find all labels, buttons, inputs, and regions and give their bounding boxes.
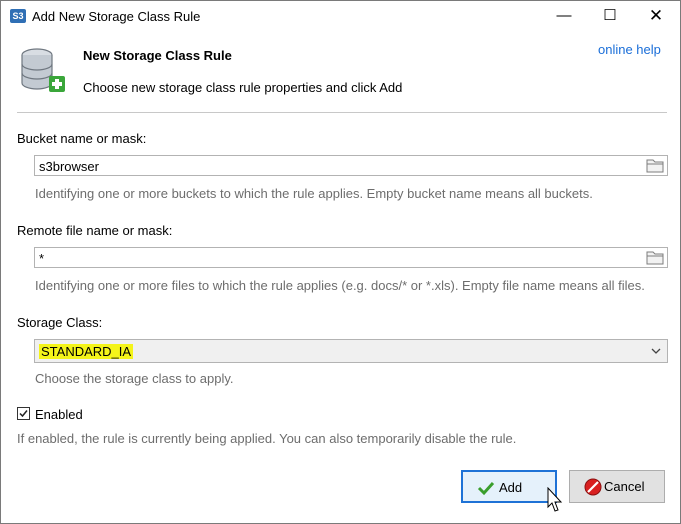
browse-folder-icon[interactable]: [646, 250, 664, 265]
checkmark-icon: [477, 481, 495, 496]
remote-file-label: Remote file name or mask:: [17, 223, 173, 238]
enabled-label[interactable]: Enabled: [35, 407, 83, 422]
bucket-value: s3browser: [39, 159, 99, 174]
bucket-label: Bucket name or mask:: [17, 131, 147, 146]
chevron-down-icon[interactable]: [650, 345, 662, 357]
storage-class-hint: Choose the storage class to apply.: [35, 371, 234, 386]
window-title: Add New Storage Class Rule: [32, 9, 201, 24]
mouse-cursor-icon: [547, 487, 563, 512]
dialog-window: S3 Add New Storage Class Rule — ☐ ✕ New …: [0, 0, 681, 524]
enabled-checkbox[interactable]: [17, 407, 30, 420]
enabled-hint: If enabled, the rule is currently being …: [17, 431, 517, 446]
storage-class-select[interactable]: STANDARD_IA: [34, 339, 668, 363]
title-bar[interactable]: S3 Add New Storage Class Rule — ☐ ✕: [1, 1, 680, 31]
header-title: New Storage Class Rule: [83, 48, 232, 63]
maximize-button[interactable]: ☐: [587, 1, 633, 31]
close-button[interactable]: ✕: [633, 1, 679, 31]
browse-folder-icon[interactable]: [646, 158, 664, 173]
minimize-button[interactable]: —: [541, 1, 587, 31]
cancel-icon: [584, 478, 602, 496]
cancel-button-label: Cancel: [604, 479, 645, 494]
remote-file-hint: Identifying one or more files to which t…: [35, 278, 645, 293]
cancel-button[interactable]: Cancel: [569, 470, 665, 503]
header-subtitle: Choose new storage class rule properties…: [83, 80, 403, 95]
add-button-label: Add: [499, 480, 523, 495]
bucket-field[interactable]: s3browser: [34, 155, 668, 176]
storage-class-label: Storage Class:: [17, 315, 103, 330]
checkmark-icon: [19, 410, 28, 418]
remote-file-value: *: [39, 251, 45, 266]
storage-class-value: STANDARD_IA: [39, 344, 134, 359]
add-button[interactable]: Add: [461, 470, 557, 503]
remote-file-field[interactable]: *: [34, 247, 668, 268]
online-help-link[interactable]: online help: [598, 42, 661, 57]
header-divider: [17, 112, 667, 113]
s3-app-icon: S3: [10, 9, 26, 23]
database-add-icon: [21, 48, 65, 92]
bucket-hint: Identifying one or more buckets to which…: [35, 186, 593, 201]
